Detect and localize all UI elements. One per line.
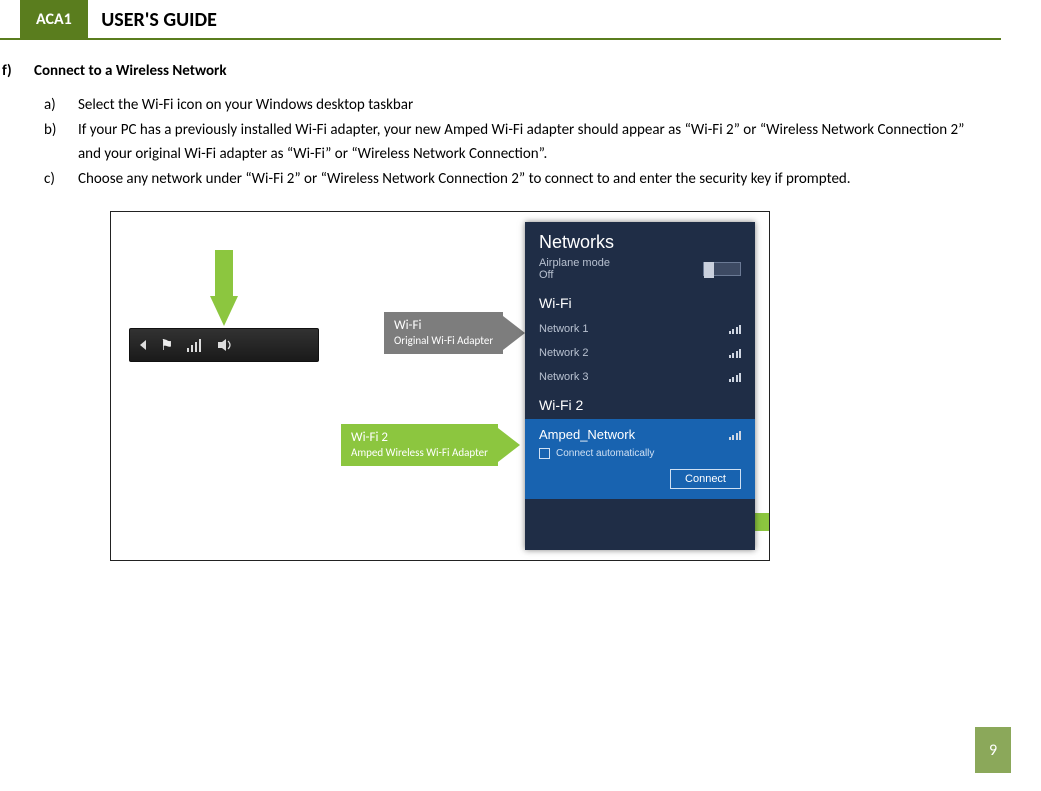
selected-network[interactable]: Amped_Network Connect automatically Conn… (525, 419, 755, 499)
networks-panel: Networks Airplane mode Off Wi-Fi Network… (525, 222, 755, 550)
signal-icon (729, 348, 742, 358)
connect-auto-label: Connect automatically (556, 448, 654, 459)
callout-subtitle: Amped Wireless Wi-Fi Adapter (351, 446, 488, 460)
page-number: 9 (975, 727, 1011, 773)
arrow-down-icon (215, 250, 233, 296)
arrow-down-icon (210, 296, 238, 326)
wifi-tray-icon[interactable] (187, 338, 203, 352)
arrow-right-icon (503, 316, 525, 350)
step-b: b) If your PC has a previously installed… (34, 119, 986, 166)
section-heading: f) Connect to a Wireless Network (0, 62, 986, 80)
callout-box: Wi-Fi Original Wi-Fi Adapter (384, 312, 503, 354)
action-center-icon[interactable]: ⚑ (160, 336, 173, 355)
steps-list: a) Select the Wi-Fi icon on your Windows… (0, 94, 986, 191)
callout-subtitle: Original Wi-Fi Adapter (394, 334, 493, 348)
network-name: Network 2 (539, 347, 589, 359)
callout-title: Wi-Fi (394, 318, 493, 334)
product-badge: ACA1 (20, 0, 88, 40)
airplane-mode-row: Airplane mode Off (525, 255, 755, 287)
tray-expand-icon[interactable] (140, 340, 146, 350)
signal-icon (729, 372, 742, 382)
step-c: c) Choose any network under “Wi-Fi 2” or… (34, 168, 986, 191)
signal-icon (729, 430, 742, 440)
signal-icon (729, 324, 742, 334)
checkbox-icon[interactable] (539, 448, 550, 459)
volume-icon[interactable] (217, 338, 233, 352)
taskbar-callout: ⚑ (129, 280, 319, 362)
step-letter: b) (34, 119, 78, 166)
figure: ⚑ Wi-Fi Original Wi-Fi Adapter Wi-Fi 2 A… (110, 211, 770, 561)
step-text: Select the Wi-Fi icon on your Windows de… (78, 94, 986, 117)
connect-auto-row[interactable]: Connect automatically (539, 448, 741, 459)
section-letter: f) (0, 62, 34, 80)
wifi-section-1: Wi-Fi (525, 287, 755, 317)
wifi-section-2: Wi-Fi 2 (525, 389, 755, 419)
network-name: Network 3 (539, 371, 589, 383)
selected-network-name: Amped_Network (539, 427, 635, 442)
step-letter: a) (34, 94, 78, 117)
doc-title: USER'S GUIDE (91, 0, 217, 32)
network-item[interactable]: Network 3 (525, 365, 755, 389)
network-item[interactable]: Network 1 (525, 317, 755, 341)
callout-wifi-amped: Wi-Fi 2 Amped Wireless Wi-Fi Adapter (341, 424, 520, 466)
windows-taskbar: ⚑ (129, 328, 319, 362)
networks-title: Networks (525, 222, 755, 255)
arrow-right-icon (498, 428, 520, 462)
callout-wifi-original: Wi-Fi Original Wi-Fi Adapter (384, 312, 525, 354)
doc-header: ACA1 USER'S GUIDE (0, 0, 1001, 40)
network-name: Network 1 (539, 323, 589, 335)
step-letter: c) (34, 168, 78, 191)
callout-title: Wi-Fi 2 (351, 430, 488, 446)
airplane-toggle[interactable] (703, 262, 741, 276)
step-a: a) Select the Wi-Fi icon on your Windows… (34, 94, 986, 117)
step-text: Choose any network under “Wi-Fi 2” or “W… (78, 168, 986, 191)
step-text: If your PC has a previously installed Wi… (78, 119, 986, 166)
callout-box: Wi-Fi 2 Amped Wireless Wi-Fi Adapter (341, 424, 498, 466)
network-item[interactable]: Network 2 (525, 341, 755, 365)
connect-button[interactable]: Connect (670, 469, 741, 489)
content: f) Connect to a Wireless Network a) Sele… (0, 40, 1041, 561)
section-title: Connect to a Wireless Network (34, 62, 227, 80)
airplane-label: Airplane mode Off (539, 257, 610, 281)
